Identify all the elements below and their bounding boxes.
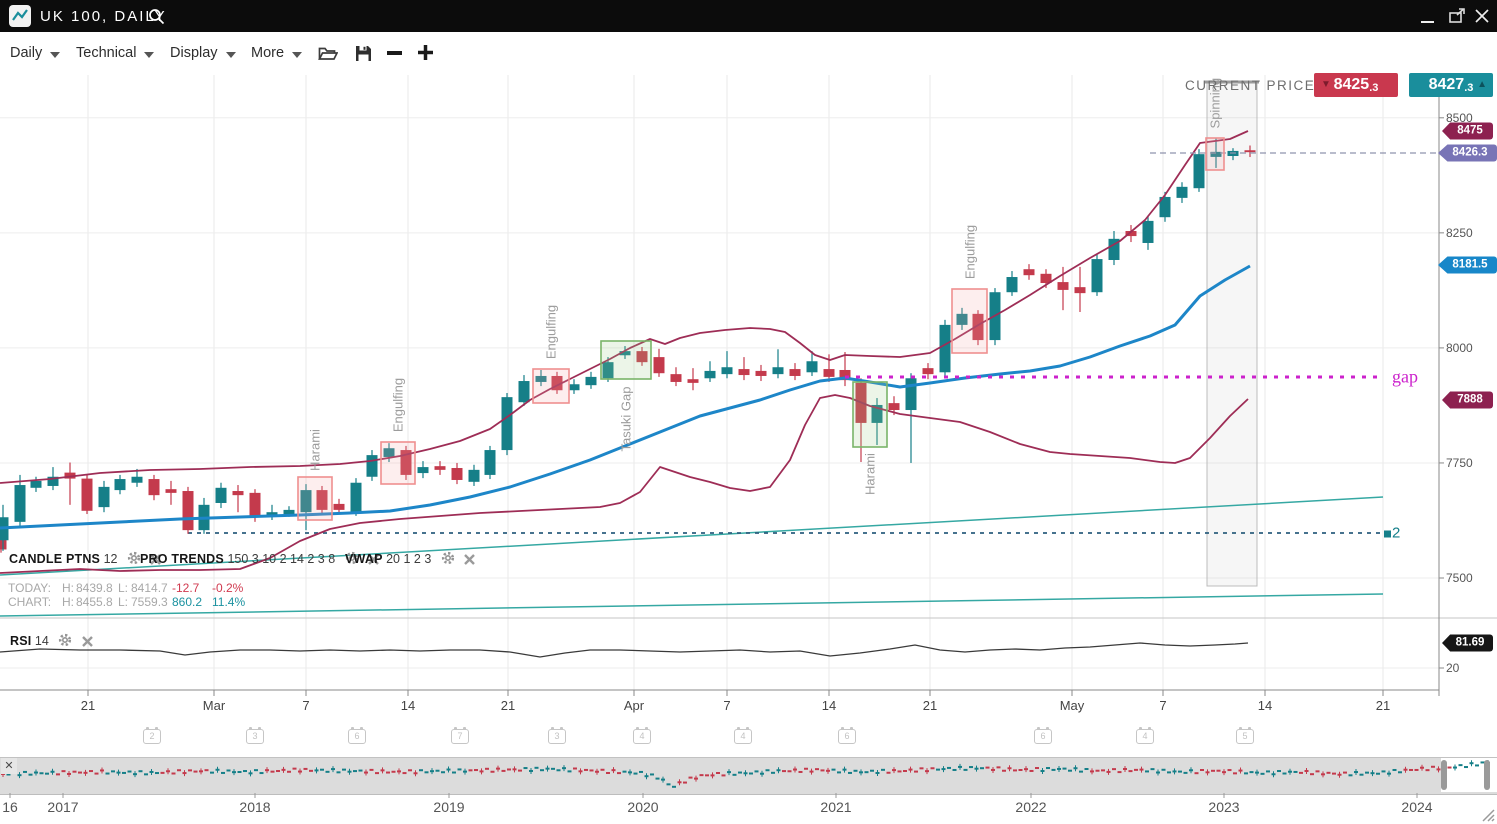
menu-timeframe[interactable]: Daily — [10, 32, 60, 75]
menu-more[interactable]: More — [251, 32, 302, 75]
gear-icon[interactable] — [58, 633, 72, 650]
navigator-handle[interactable] — [1441, 760, 1447, 790]
buy-price-button[interactable]: 8427.3 ▲ — [1409, 73, 1493, 97]
chevron-down-icon — [226, 52, 236, 58]
minimize-button[interactable] — [1421, 0, 1434, 32]
chevron-down-icon — [144, 52, 154, 58]
resize-grip[interactable] — [1479, 806, 1495, 822]
navigator-handle[interactable] — [1484, 760, 1490, 790]
menu-technical[interactable]: Technical — [76, 32, 154, 75]
trading-app-window: { "titlebar": { "title": "UK 100, DAILY"… — [0, 0, 1497, 824]
titlebar: UK 100, DAILY — [0, 0, 1497, 32]
zoom-in-button[interactable] — [417, 44, 434, 66]
popout-button[interactable] — [1449, 8, 1467, 40]
arrow-down-icon: ▼ — [1321, 73, 1331, 97]
gear-icon[interactable] — [127, 551, 141, 568]
indicator-candle-patterns: CANDLE PTNS 12 — [9, 551, 161, 568]
remove-indicator-icon[interactable] — [82, 636, 93, 650]
zoom-out-button[interactable] — [387, 51, 402, 55]
save-icon[interactable] — [355, 45, 372, 67]
indicator-rsi: RSI 14 — [10, 633, 93, 650]
navigator-close-icon[interactable]: ✕ — [1, 758, 17, 774]
app-logo-icon — [9, 5, 31, 27]
indicator-vwap: VWAP 20 1 2 3 — [345, 551, 475, 568]
menu-display[interactable]: Display — [170, 32, 236, 75]
remove-indicator-icon[interactable] — [464, 554, 475, 568]
chevron-down-icon — [50, 52, 60, 58]
close-icon[interactable] — [1475, 9, 1489, 41]
chevron-down-icon — [292, 52, 302, 58]
gear-icon[interactable] — [441, 551, 455, 568]
search-icon[interactable] — [148, 8, 165, 30]
indicator-pro-trends: PRO TRENDS 150 3 10 2 14 2 3 8 — [140, 551, 379, 568]
open-folder-icon[interactable] — [318, 45, 338, 67]
sell-price-button[interactable]: ▼ 8425.3 — [1314, 73, 1398, 97]
arrow-up-icon: ▲ — [1477, 73, 1487, 97]
price-chart-canvas[interactable] — [0, 0, 1497, 824]
toolbar: Daily Technical Display More CURRENT PRI… — [0, 32, 1497, 75]
current-price-label: CURRENT PRICE: — [1185, 78, 1321, 93]
